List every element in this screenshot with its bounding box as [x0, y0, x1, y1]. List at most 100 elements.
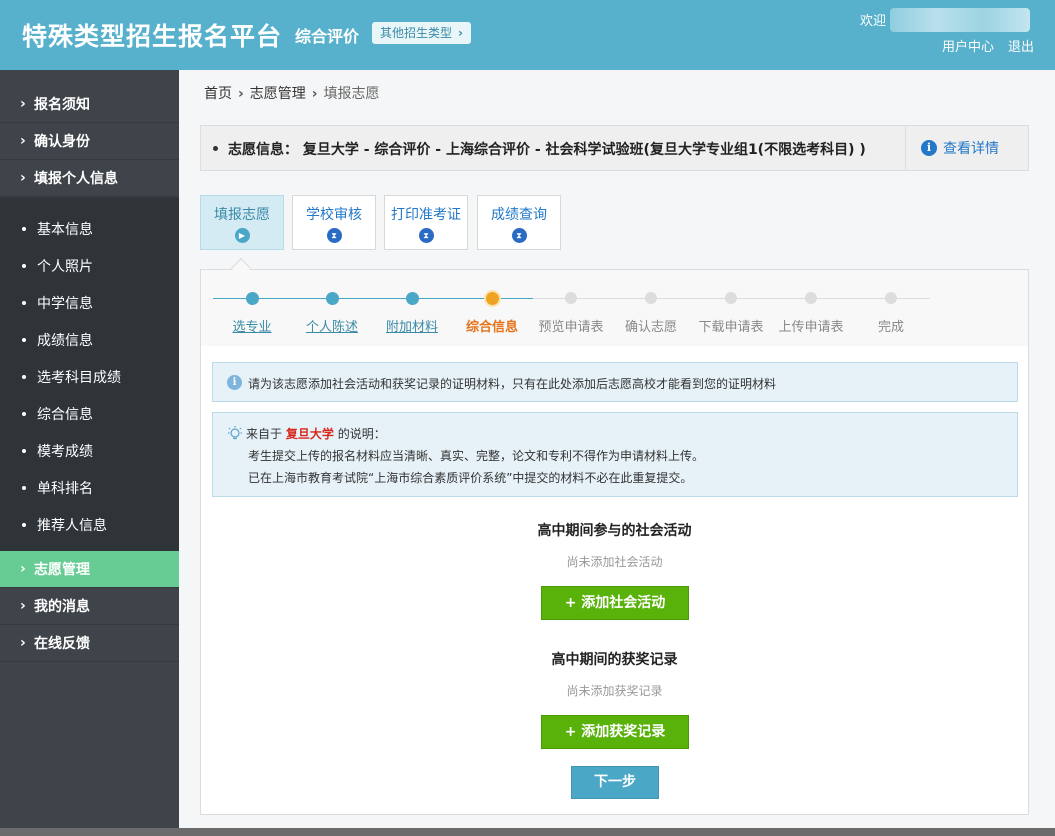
sidebar-subitem-elective-scores[interactable]: 选考科目成绩 [0, 358, 179, 395]
chevron-down-icon: › [20, 170, 26, 186]
divider [905, 126, 906, 170]
sidebar-subitem-basic-info[interactable]: 基本信息 [0, 210, 179, 247]
step-label: 预览申请表 [538, 320, 604, 335]
user-center-link[interactable]: 用户中心 [942, 40, 994, 55]
info-icon: i [921, 140, 937, 156]
info-icon: i [227, 375, 242, 390]
explanation-suffix: 的说明： [337, 427, 386, 441]
sidebar-subitem-recommender[interactable]: 推荐人信息 [0, 506, 179, 543]
bullet-icon [22, 374, 26, 379]
breadcrumb-application-management[interactable]: 志愿管理 [250, 86, 306, 102]
hourglass-icon: ⧗ [418, 228, 434, 243]
application-step-panel: 选专业 个人陈述 附加材料 综合信息 预览申请表 确认志愿 下载申请表 上传申请… [200, 269, 1029, 815]
bullet-icon [213, 146, 218, 151]
step-label: 附加材料 [385, 320, 438, 335]
user-links: 用户中心 退出 [942, 36, 1048, 55]
sidebar-item-personal-info[interactable]: › 填报个人信息 [0, 160, 179, 197]
welcome-text: 欢迎 [860, 14, 887, 29]
materials-notice: i 请为该志愿添加社会活动和获奖记录的证明材料，只有在此处添加后志愿高校才能看到… [212, 362, 1018, 402]
step-label: 完成 [877, 320, 904, 335]
step-done-dot [326, 292, 339, 305]
bullet-icon [22, 226, 26, 231]
sidebar-subitem-photo[interactable]: 个人照片 [0, 247, 179, 284]
chevron-right-icon: › [20, 133, 26, 149]
bullet-icon [22, 522, 26, 527]
tab-label: 成绩查询 [491, 207, 547, 223]
hourglass-icon: ⧗ [326, 228, 342, 243]
hourglass-icon: ⧗ [511, 228, 527, 243]
notice-text: 请为该志愿添加社会活动和获奖记录的证明材料，只有在此处添加后志愿高校才能看到您的… [248, 377, 777, 391]
school-explanation: 来自于 复旦大学 的说明： 考生提交上传的报名材料应当清晰、真实、完整，论文和专… [212, 412, 1018, 497]
sidebar-subitem-high-school[interactable]: 中学信息 [0, 284, 179, 321]
sidebar-subitem-label: 中学信息 [37, 295, 93, 312]
view-details-link[interactable]: i 查看详情 [921, 138, 999, 158]
tab-label: 打印准考证 [391, 207, 461, 223]
school-name: 复旦大学 [285, 427, 334, 441]
step-done-dot [406, 292, 419, 305]
explanation-line: 已在上海市教育考试院“上海市综合素质评价系统”中提交的材料不必在此重复提交。 [248, 471, 693, 485]
sidebar: › 报名须知 › 确认身份 › 填报个人信息 基本信息 个人照片 中学信息 成绩信息 … [0, 70, 179, 836]
awards-empty: 尚未添加获奖记录 [566, 684, 663, 698]
chevron-right-icon: › [458, 26, 463, 40]
logout-link[interactable]: 退出 [1008, 40, 1034, 55]
sidebar-subitem-scores[interactable]: 成绩信息 [0, 321, 179, 358]
sidebar-subitem-label: 综合信息 [37, 406, 93, 423]
chevron-right-icon: › [20, 96, 26, 112]
chevron-right-icon: › [311, 86, 318, 102]
sidebar-subgroup-personal-info: 基本信息 个人照片 中学信息 成绩信息 选考科目成绩 综合信息 模考成绩 单科排… [0, 197, 179, 551]
step-label: 上传申请表 [778, 320, 844, 335]
breadcrumb-current: 填报志愿 [323, 86, 380, 102]
sidebar-item-label: 报名须知 [34, 97, 90, 113]
sidebar-subitem-subject-ranking[interactable]: 单科排名 [0, 469, 179, 506]
step-label: 确认志愿 [624, 320, 677, 335]
platform-title: 特殊类型招生报名平台 [22, 22, 283, 51]
play-icon: ▶ [234, 228, 250, 243]
sidebar-item-application-management[interactable]: › 志愿管理 [0, 551, 179, 588]
top-header: 特殊类型招生报名平台 综合评价 其他招生类型 › 欢迎 用户中心 退出 [0, 0, 1055, 70]
sidebar-item-label: 填报个人信息 [34, 171, 118, 187]
social-activities-empty: 尚未添加社会活动 [566, 555, 663, 569]
step-todo-dot [725, 292, 737, 304]
bullet-icon [22, 411, 26, 416]
sidebar-item-label: 在线反馈 [34, 636, 90, 652]
sidebar-subitem-label: 个人照片 [37, 258, 93, 275]
sidebar-subitem-label: 推荐人信息 [37, 517, 107, 534]
bullet-icon [22, 300, 26, 305]
sidebar-item-label: 我的消息 [34, 599, 90, 615]
application-info-text: 志愿信息： 复旦大学 - 综合评价 - 上海综合评价 - 社会科学试验班(复旦大… [228, 142, 866, 158]
tab-label: 填报志愿 [214, 207, 270, 223]
explanation-prefix: 来自于 [246, 427, 283, 441]
sidebar-item-confirm-identity[interactable]: › 确认身份 [0, 123, 179, 160]
sidebar-item-online-feedback[interactable]: › 在线反馈 [0, 625, 179, 662]
add-social-activity-button[interactable]: + 添加社会活动 [541, 586, 689, 620]
sidebar-subitem-mock-scores[interactable]: 模考成绩 [0, 432, 179, 469]
tab-school-review[interactable]: 学校审核 ⧗ [292, 195, 376, 250]
social-activities-title: 高中期间参与的社会活动 [537, 523, 692, 539]
main-content: 首页 › 志愿管理 › 填报志愿 志愿信息： 复旦大学 - 综合评价 - 上海综合评价 … [179, 70, 1055, 836]
tab-print-admission-ticket[interactable]: 打印准考证 ⧗ [384, 195, 468, 250]
bottom-scrollbar[interactable] [0, 828, 1055, 836]
awards-title: 高中期间的获奖记录 [551, 652, 678, 668]
step-label: 个人陈述 [305, 320, 358, 335]
breadcrumb: 首页 › 志愿管理 › 填报志愿 [204, 83, 380, 103]
add-award-button[interactable]: + 添加获奖记录 [541, 715, 689, 749]
sidebar-subitem-label: 选考科目成绩 [37, 369, 121, 386]
progress-line-done [213, 298, 533, 299]
application-info-bar: 志愿信息： 复旦大学 - 综合评价 - 上海综合评价 - 社会科学试验班(复旦大… [200, 125, 1029, 171]
next-step-button[interactable]: 下一步 [571, 766, 659, 799]
sidebar-subitem-label: 基本信息 [37, 221, 93, 238]
sidebar-subitem-comprehensive-info[interactable]: 综合信息 [0, 395, 179, 432]
sidebar-item-label: 确认身份 [34, 134, 90, 150]
step-label: 选专业 [232, 320, 272, 335]
breadcrumb-home[interactable]: 首页 [204, 86, 232, 102]
step-current-dot [486, 292, 499, 305]
explanation-source: 来自于 复旦大学 的说明： [246, 425, 386, 442]
tab-fill-application[interactable]: 填报志愿 ▶ [200, 195, 284, 250]
blurred-username [890, 8, 1030, 32]
step-label: 综合信息 [465, 320, 518, 335]
tab-score-query[interactable]: 成绩查询 ⧗ [477, 195, 561, 250]
sidebar-subitem-label: 单科排名 [37, 480, 93, 497]
other-admission-types-button[interactable]: 其他招生类型 › [372, 22, 471, 44]
sidebar-item-registration-notice[interactable]: › 报名须知 [0, 86, 179, 123]
sidebar-item-my-messages[interactable]: › 我的消息 [0, 588, 179, 625]
